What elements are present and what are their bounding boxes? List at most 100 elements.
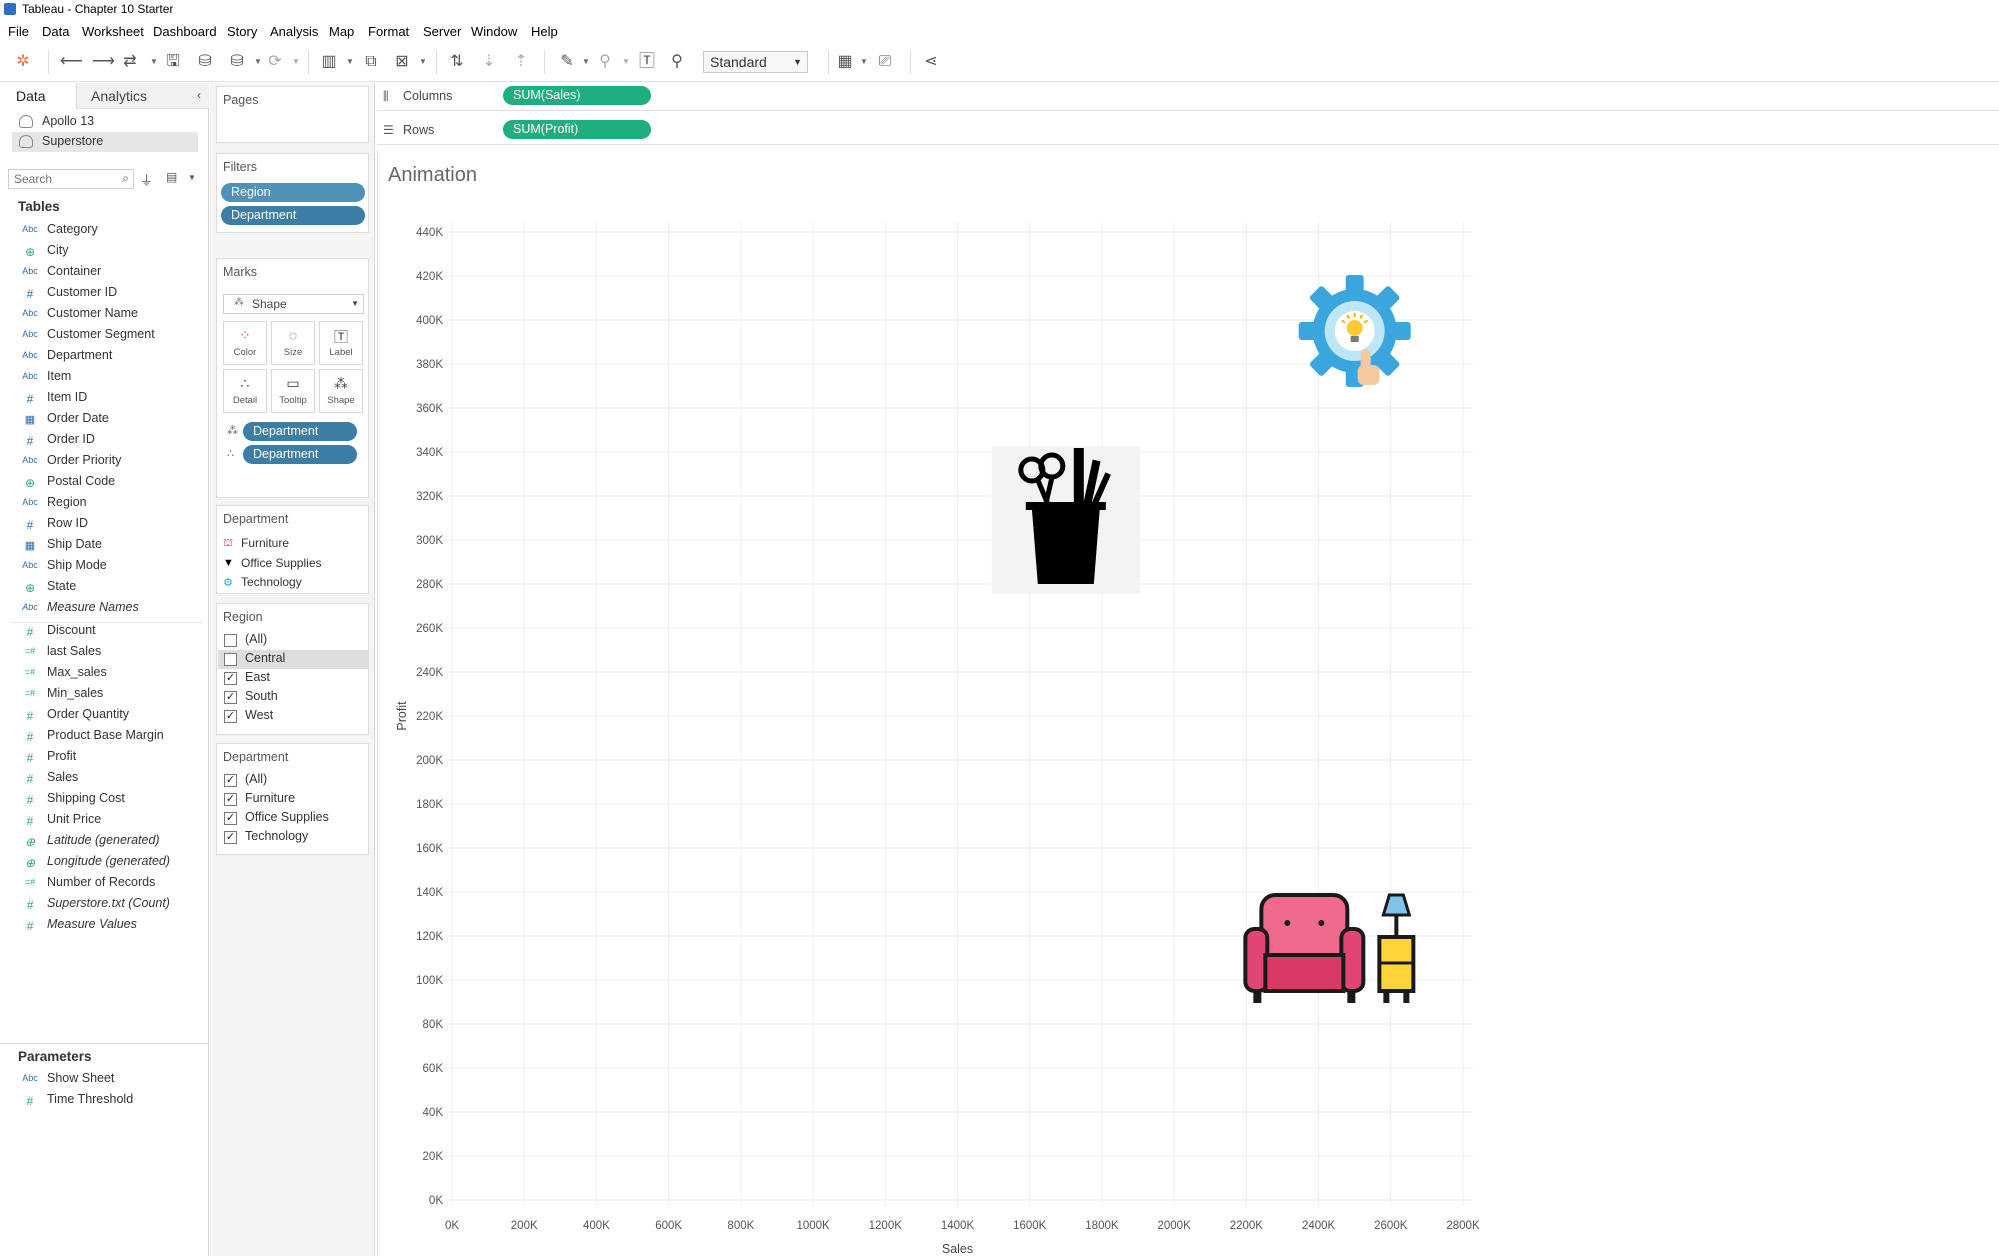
replay-icon[interactable]: ⇄ — [121, 53, 139, 71]
field-item[interactable]: Abc Customer Segment — [18, 327, 154, 347]
parameter-show-sheet[interactable]: Abc Show Sheet — [18, 1071, 114, 1091]
chevron-down-icon[interactable]: ▼ — [582, 57, 590, 66]
field-item[interactable]: # Product Base Margin — [18, 728, 164, 748]
refresh-icon[interactable]: ⟳ — [266, 53, 284, 71]
gear-lightbulb-icon[interactable] — [1298, 275, 1411, 387]
undo-icon[interactable]: ⟵ — [60, 53, 83, 71]
filter-option[interactable]: (All) — [218, 631, 369, 650]
search-input[interactable] — [14, 171, 114, 187]
filter-option[interactable]: ✓ Furniture — [218, 790, 369, 809]
redo-icon[interactable]: ⟶ — [92, 53, 115, 71]
field-item[interactable]: ▦ Order Date — [18, 411, 109, 431]
filters-card[interactable]: Filters Region Department — [216, 153, 369, 233]
field-item[interactable]: # Discount — [18, 623, 96, 643]
columns-pill-sales[interactable]: SUM(Sales) — [503, 86, 651, 105]
fix-axes-icon[interactable]: ⚲ — [668, 53, 686, 71]
menu-story[interactable]: Story — [227, 24, 257, 39]
field-item[interactable]: ⊕ Latitude (generated) — [18, 833, 160, 853]
filter-option[interactable]: ✓ Office Supplies — [218, 809, 369, 828]
shape-button[interactable]: ⁂ Shape — [319, 369, 363, 413]
size-button[interactable]: ◌ Size — [271, 321, 315, 365]
field-item[interactable]: Abc Region — [18, 495, 86, 515]
field-item[interactable]: ⊕ State — [18, 579, 76, 599]
checkbox-checked-icon[interactable]: ✓ — [224, 691, 237, 704]
show-mark-labels-icon[interactable]: 🅃 — [638, 53, 656, 71]
tab-data[interactable]: Data — [0, 83, 76, 109]
field-item[interactable]: Abc Container — [18, 264, 101, 284]
checkbox-unchecked-icon[interactable] — [224, 653, 237, 666]
color-button[interactable]: ⁘ Color — [223, 321, 267, 365]
field-item[interactable]: # Row ID — [18, 516, 88, 536]
armchair-lamp-icon[interactable] — [1243, 893, 1416, 1003]
pencil-cup-icon[interactable] — [991, 446, 1140, 594]
menu-server[interactable]: Server — [423, 24, 461, 39]
field-item[interactable]: Abc Measure Names — [18, 600, 138, 620]
field-item[interactable]: # Superstore.txt (Count) — [18, 896, 170, 916]
legend-item-office-supplies[interactable]: ▼ Office Supplies — [223, 556, 322, 574]
field-item[interactable]: =# Min_sales — [18, 686, 103, 706]
checkbox-checked-icon[interactable]: ✓ — [224, 793, 237, 806]
chevron-down-icon[interactable]: ▼ — [150, 57, 158, 66]
checkbox-checked-icon[interactable]: ✓ — [224, 812, 237, 825]
field-item[interactable]: # Customer ID — [18, 285, 118, 305]
tableau-home-icon[interactable]: ✲ — [14, 53, 32, 71]
datasource-superstore[interactable]: Superstore — [12, 132, 198, 152]
field-item[interactable]: # Profit — [18, 749, 77, 769]
checkbox-unchecked-icon[interactable] — [224, 634, 237, 647]
field-item[interactable]: =# Max_sales — [18, 665, 107, 685]
field-item[interactable]: Abc Item — [18, 369, 71, 389]
pages-card[interactable]: Pages — [216, 86, 369, 143]
checkbox-checked-icon[interactable]: ✓ — [224, 774, 237, 787]
filter-option[interactable]: ✓ (All) — [218, 771, 369, 790]
chevron-down-icon[interactable]: ▼ — [254, 57, 262, 66]
swap-rows-columns-icon[interactable]: ⇅ — [448, 53, 466, 71]
search-field[interactable]: ⌕ — [8, 169, 134, 189]
field-item[interactable]: Abc Category — [18, 222, 98, 242]
field-item[interactable]: # Measure Values — [18, 917, 137, 937]
checkbox-checked-icon[interactable]: ✓ — [224, 710, 237, 723]
legend-item-technology[interactable]: ⚙ Technology — [223, 575, 302, 593]
field-item[interactable]: # Sales — [18, 770, 79, 790]
field-item[interactable]: ▦ Ship Date — [18, 537, 102, 557]
menu-data[interactable]: Data — [42, 24, 69, 39]
field-item[interactable]: # Shipping Cost — [18, 791, 125, 811]
tab-analytics[interactable]: Analytics ‹ — [76, 83, 209, 109]
menu-dashboard[interactable]: Dashboard — [153, 24, 217, 39]
presentation-mode-icon[interactable]: ⎚ — [876, 53, 894, 71]
save-icon[interactable]: 🖫 — [164, 53, 182, 71]
new-worksheet-icon[interactable]: ▥ — [320, 53, 338, 71]
field-item[interactable]: # Order Quantity — [18, 707, 129, 727]
share-icon[interactable]: ⋖ — [922, 53, 940, 71]
filter-option[interactable]: ✓ East — [218, 669, 369, 688]
field-item[interactable]: =# last Sales — [18, 644, 101, 664]
worksheet-view[interactable]: Animation 0K 200K 400K 600K 800K 1000K 1200K 14… — [377, 150, 1999, 1256]
pause-updates-icon[interactable]: ⛁ — [228, 53, 246, 71]
sort-ascending-icon[interactable]: ⇣ — [480, 53, 498, 71]
field-item[interactable]: # Unit Price — [18, 812, 102, 832]
parameter-time-threshold[interactable]: # Time Threshold — [18, 1092, 134, 1112]
chevron-left-icon[interactable]: ‹ — [197, 88, 201, 102]
highlight-icon[interactable]: ✎ — [558, 53, 576, 71]
datasource-apollo-13[interactable]: Apollo 13 — [12, 112, 198, 132]
chevron-down-icon[interactable]: ▼ — [188, 173, 196, 182]
chevron-down-icon[interactable]: ▼ — [860, 57, 868, 66]
filter-option[interactable]: ✓ West — [218, 707, 369, 726]
menu-file[interactable]: File — [8, 24, 29, 39]
field-item[interactable]: =# Number of Records — [18, 875, 156, 895]
checkbox-checked-icon[interactable]: ✓ — [224, 831, 237, 844]
filter-icon[interactable]: ⏚ — [140, 170, 153, 189]
filter-option[interactable]: ✓ Technology — [218, 828, 369, 847]
field-item[interactable]: ⊕ City — [18, 243, 69, 263]
tooltip-button[interactable]: ▭ Tooltip — [271, 369, 315, 413]
group-members-icon[interactable]: ⚲ — [596, 53, 614, 71]
field-item[interactable]: Abc Customer Name — [18, 306, 138, 326]
menu-help[interactable]: Help — [531, 24, 558, 39]
filter-pill-region[interactable]: Region — [221, 183, 365, 202]
legend-item-furniture[interactable]: ⛫ Furniture — [223, 536, 289, 554]
checkbox-checked-icon[interactable]: ✓ — [224, 672, 237, 685]
menu-analysis[interactable]: Analysis — [270, 24, 318, 39]
menu-map[interactable]: Map — [329, 24, 354, 39]
filter-option[interactable]: ✓ South — [218, 688, 369, 707]
new-datasource-icon[interactable]: ⛁ — [196, 53, 214, 71]
rows-pill-profit[interactable]: SUM(Profit) — [503, 120, 651, 139]
